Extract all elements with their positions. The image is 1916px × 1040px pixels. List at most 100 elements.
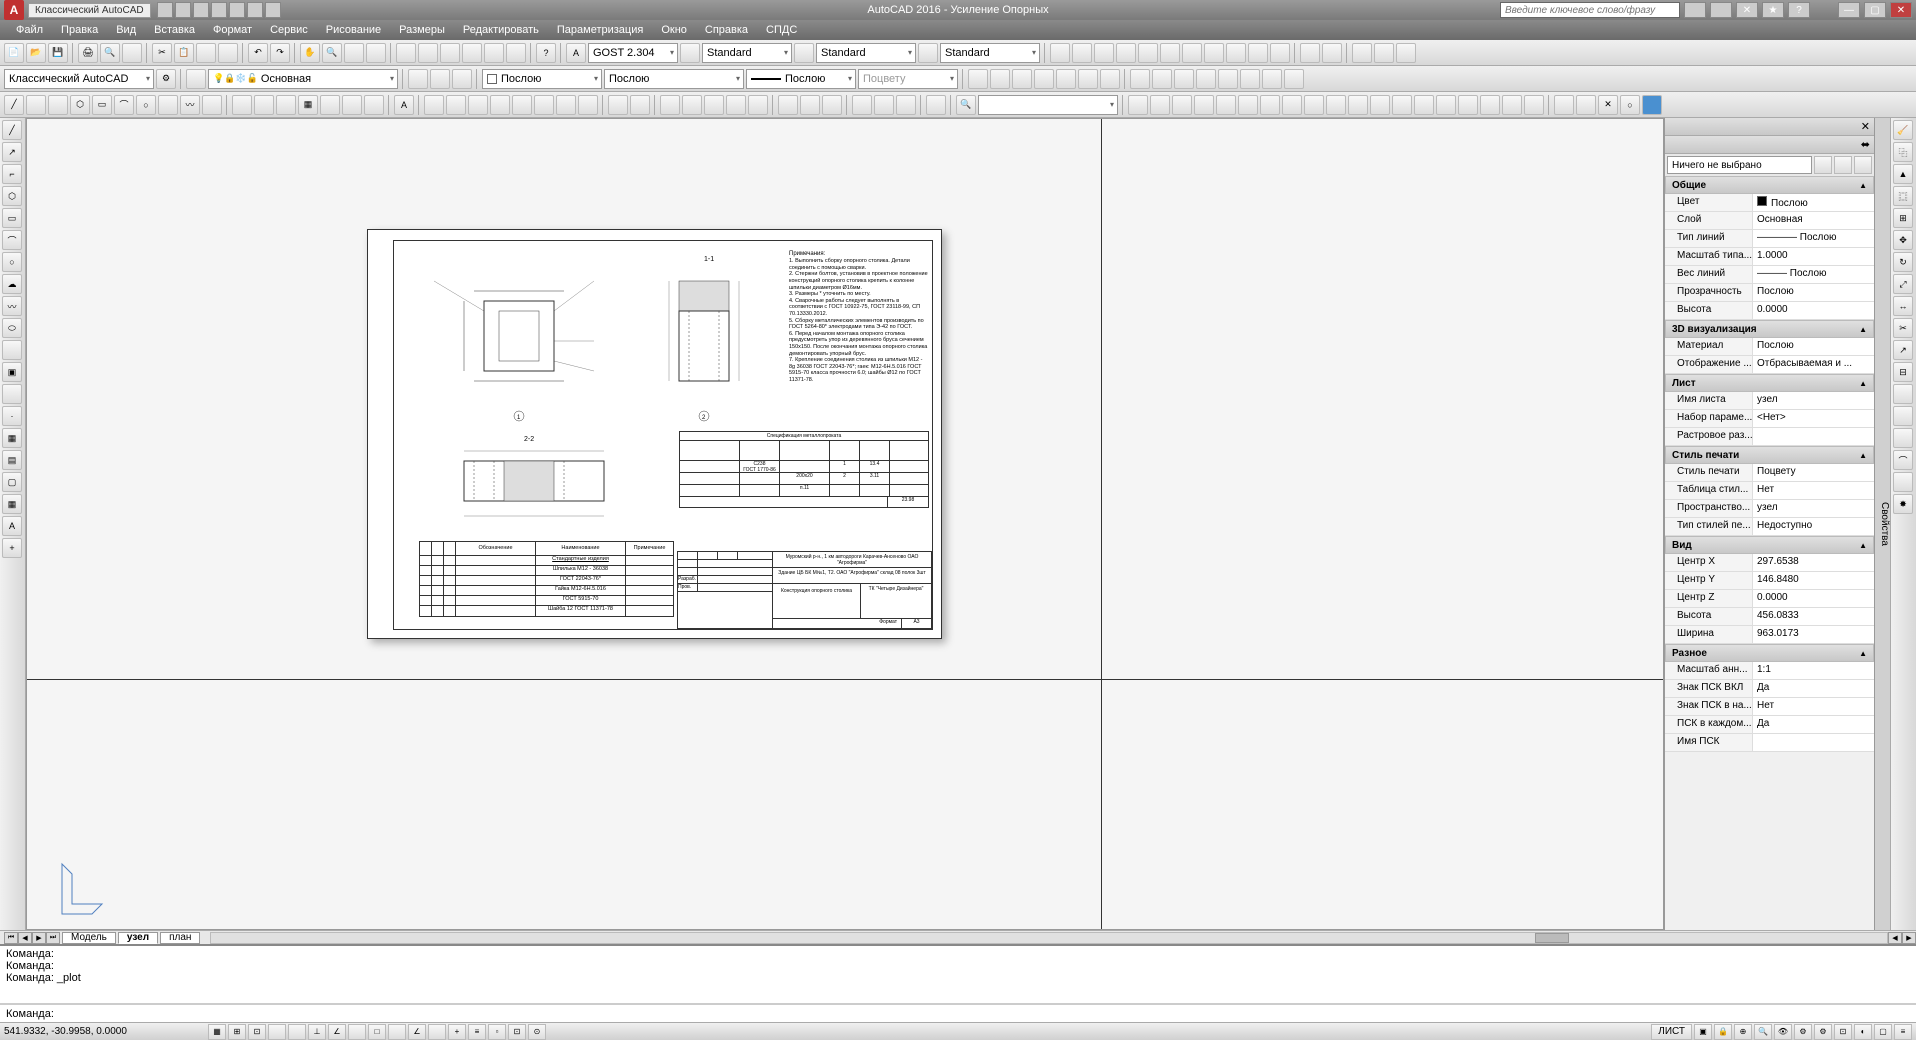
status-polar-btn[interactable]: ∠ <box>328 1024 346 1040</box>
draw-arc-btn[interactable]: ⌒ <box>114 95 134 115</box>
table-btn[interactable] <box>364 95 384 115</box>
solidedit-face-btn[interactable] <box>1238 95 1258 115</box>
ucs-btn[interactable] <box>926 95 946 115</box>
menu-spds[interactable]: СПДС <box>758 22 805 38</box>
qat-open-icon[interactable] <box>175 2 191 18</box>
drawing-area[interactable]: 1 1-1 2 Примечания: 1. Выполн <box>26 118 1664 930</box>
dim-break-btn[interactable] <box>1322 43 1342 63</box>
solidedit-body-btn[interactable] <box>1414 95 1434 115</box>
union-btn[interactable] <box>778 95 798 115</box>
color-combo[interactable]: Послою <box>482 69 602 89</box>
layer-props-btn[interactable] <box>186 69 206 89</box>
osnap-tangent-btn[interactable] <box>1130 69 1150 89</box>
centermark-btn[interactable] <box>1374 43 1394 63</box>
qat-new-icon[interactable] <box>157 2 173 18</box>
status-snap-btn[interactable]: ⊡ <box>248 1024 266 1040</box>
solid-fillet-btn[interactable] <box>1128 95 1148 115</box>
tablestyle-btn[interactable] <box>794 43 814 63</box>
status-3dosnap-btn[interactable] <box>388 1024 406 1040</box>
prop-section-misc[interactable]: Разное▲ <box>1665 644 1874 662</box>
status-osnap-btn[interactable]: □ <box>368 1024 386 1040</box>
lineweight-combo[interactable]: Послою <box>746 69 856 89</box>
box-btn[interactable] <box>446 95 466 115</box>
status-coordinates[interactable]: 541.9332, -30.9958, 0.0000 <box>4 1026 184 1037</box>
solidedit-color-btn[interactable] <box>1392 95 1412 115</box>
sphere-btn[interactable] <box>512 95 532 115</box>
draw-polygon-v-btn[interactable]: ⬡ <box>2 186 22 206</box>
draw-spline-btn[interactable]: 〰 <box>180 95 200 115</box>
draw-arc-v-btn[interactable]: ⌒ <box>2 230 22 250</box>
status-max-viewport-btn[interactable]: ▣ <box>1694 1024 1712 1040</box>
menu-help[interactable]: Справка <box>697 22 756 38</box>
dim-ordinate-btn[interactable] <box>1116 43 1136 63</box>
layout-tab-model[interactable]: Модель <box>62 932 116 944</box>
workspace-combo[interactable]: Классический AutoCAD <box>4 69 154 89</box>
mtext-v-btn[interactable]: A <box>2 516 22 536</box>
wedge-btn[interactable] <box>468 95 488 115</box>
status-annovisibility-btn[interactable]: 👁 <box>1774 1024 1792 1040</box>
qat-undo-icon[interactable] <box>247 2 263 18</box>
flatshot-btn[interactable] <box>1576 95 1596 115</box>
properties-btn[interactable] <box>396 43 416 63</box>
status-qp-btn[interactable]: ⊡ <box>508 1024 526 1040</box>
status-otrack-btn[interactable]: ∠ <box>408 1024 426 1040</box>
status-model-btn[interactable]: ▦ <box>208 1024 226 1040</box>
modify-move-btn[interactable]: ✥ <box>1893 230 1913 250</box>
addselected-v-btn[interactable]: + <box>2 538 22 558</box>
qat-plot-icon[interactable] <box>229 2 245 18</box>
toolpalettes-btn[interactable] <box>440 43 460 63</box>
modify-chamfer-btn[interactable] <box>1893 428 1913 448</box>
helix-btn[interactable] <box>608 95 628 115</box>
status-lwt-btn[interactable]: ≡ <box>468 1024 486 1040</box>
intersect-btn[interactable] <box>822 95 842 115</box>
menu-format[interactable]: Формат <box>205 22 260 38</box>
tab-next-btn[interactable]: ▶ <box>32 932 46 944</box>
solidedit-clean-btn[interactable] <box>1458 95 1478 115</box>
redo-btn[interactable]: ↷ <box>270 43 290 63</box>
menu-file[interactable]: Файл <box>8 22 51 38</box>
mlstyle-combo[interactable]: Standard <box>940 43 1040 63</box>
publish-btn[interactable] <box>122 43 142 63</box>
horizontal-scrollbar[interactable] <box>210 932 1888 944</box>
solidedit-check-btn[interactable] <box>1524 95 1544 115</box>
textstyle-combo[interactable]: GOST 2.304 <box>588 43 678 63</box>
dim-aligned-btn[interactable] <box>1072 43 1092 63</box>
make-block-btn[interactable] <box>254 95 274 115</box>
solidedit-delete-btn[interactable] <box>1304 95 1324 115</box>
save-btn[interactable]: 💾 <box>48 43 68 63</box>
menu-insert[interactable]: Вставка <box>146 22 203 38</box>
solidedit-imprint-btn[interactable] <box>1436 95 1456 115</box>
cylinder-btn[interactable] <box>534 95 554 115</box>
point-v-btn[interactable]: · <box>2 406 22 426</box>
pyramid-btn[interactable] <box>578 95 598 115</box>
dim-quick-btn[interactable] <box>1226 43 1246 63</box>
draw-rect-v-btn[interactable]: ▭ <box>2 208 22 228</box>
osnap-midpoint-btn[interactable] <box>990 69 1010 89</box>
solidedit-taper-btn[interactable] <box>1348 95 1368 115</box>
quickcalc-btn[interactable] <box>506 43 526 63</box>
plotstyle-combo[interactable]: Поцвету <box>858 69 958 89</box>
point-btn[interactable] <box>276 95 296 115</box>
workspace-settings-btn[interactable]: ⚙ <box>156 69 176 89</box>
osnap-center-btn[interactable] <box>1078 69 1098 89</box>
draw-rectangle-btn[interactable]: ▭ <box>92 95 112 115</box>
draw-xline-v-btn[interactable]: ↗ <box>2 142 22 162</box>
signin-btn[interactable] <box>1710 2 1732 18</box>
properties-toggle-btn[interactable] <box>1854 156 1872 174</box>
status-autoscale-btn[interactable]: ⚙ <box>1794 1024 1812 1040</box>
status-sc-btn[interactable]: ⊙ <box>528 1024 546 1040</box>
revolve-btn[interactable] <box>726 95 746 115</box>
menu-tools[interactable]: Сервис <box>262 22 316 38</box>
modify-offset-btn[interactable]: ⿴ <box>1893 186 1913 206</box>
properties-pick-btn[interactable] <box>1814 156 1832 174</box>
new-btn[interactable]: 📄 <box>4 43 24 63</box>
app-logo[interactable]: A <box>4 0 24 20</box>
section-generate-btn[interactable] <box>1642 95 1662 115</box>
draw-ellipse-btn[interactable] <box>202 95 222 115</box>
region-v-btn[interactable]: ▢ <box>2 472 22 492</box>
cut-btn[interactable]: ✂ <box>152 43 172 63</box>
status-dynamic-btn[interactable] <box>288 1024 306 1040</box>
properties-object-selector[interactable]: Ничего не выбрано <box>1667 156 1812 174</box>
insert-block-btn[interactable] <box>232 95 252 115</box>
torus-btn[interactable] <box>556 95 576 115</box>
